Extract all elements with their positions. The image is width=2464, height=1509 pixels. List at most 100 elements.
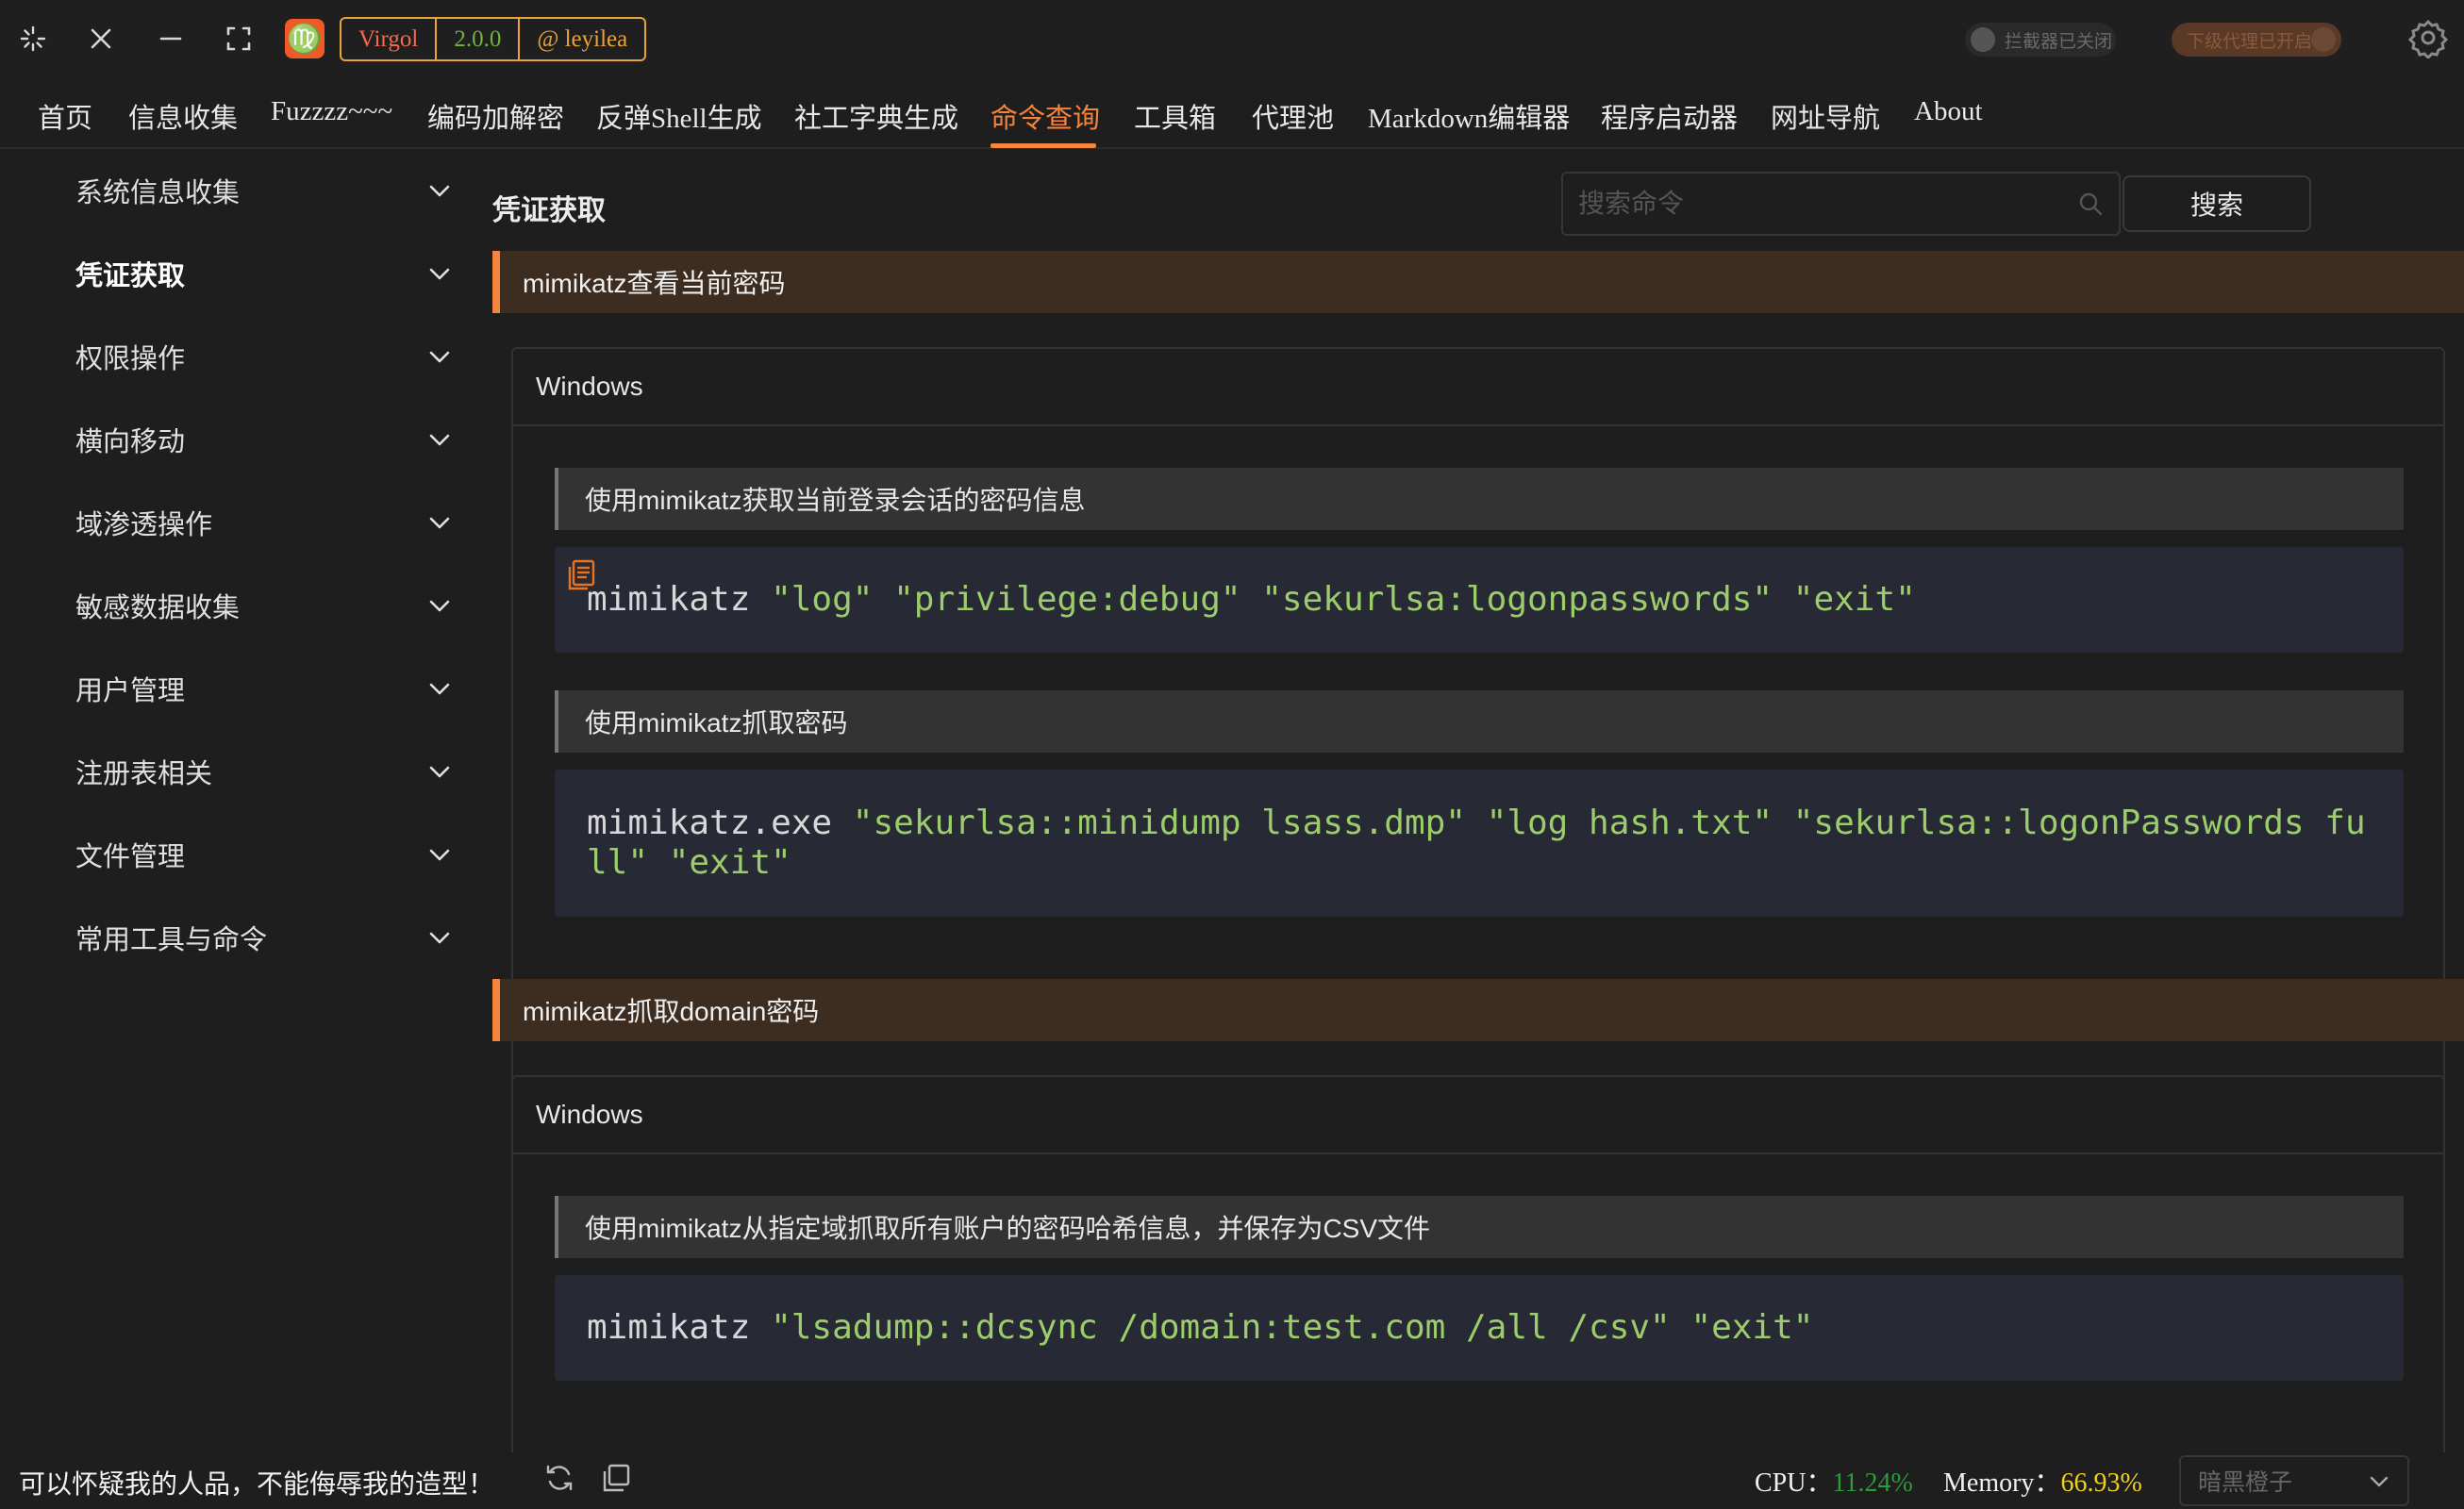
code-block[interactable]: mimikatz.exe "sekurlsa::minidump lsass.d…: [555, 770, 2404, 917]
search-icon: [2079, 192, 2103, 216]
page-title: 凭证获取: [492, 195, 606, 226]
refresh-icon[interactable]: [543, 1462, 575, 1494]
nav-item-url-nav[interactable]: 网址导航: [1771, 96, 1880, 136]
virgo-logo-icon: ♍: [285, 19, 325, 58]
theme-select-value: 暗黑橙子: [2198, 1470, 2293, 1496]
cpu-value: 11.24%: [1832, 1468, 1913, 1498]
sidebar-item-lateral-movement[interactable]: 横向移动: [75, 411, 453, 468]
chevron-down-icon: [429, 434, 450, 446]
memory-usage: Memory：66.93%: [1943, 1462, 2142, 1500]
chevron-down-icon: [429, 185, 450, 197]
proxy-toggle-label: 下级代理已开启: [2187, 31, 2313, 52]
sidebar-item-domain-pentest[interactable]: 域渗透操作: [75, 494, 453, 551]
fullscreen-icon[interactable]: [219, 19, 258, 58]
sidebar-item-label: 敏感数据收集: [75, 593, 241, 623]
sidebar-item-privilege[interactable]: 权限操作: [75, 328, 453, 385]
app-name-badge: Virgol: [341, 19, 438, 59]
loading-spinner-icon[interactable]: [13, 19, 53, 58]
nav-item-fuzz[interactable]: Fuzzzz~~~: [271, 96, 392, 127]
command-args: "log" "privilege:debug" "sekurlsa:logonp…: [771, 580, 1916, 619]
command-description: 使用mimikatz抓取密码: [555, 690, 2404, 753]
title-bar: ♍ Virgol 2.0.0 @ leyilea 拦截器已关闭 下级代理已开启: [0, 0, 2464, 77]
nav-item-home[interactable]: 首页: [38, 96, 92, 136]
nav-item-toolbox[interactable]: 工具箱: [1134, 96, 1216, 136]
command-card: Windows 使用mimikatz从指定域抓取所有账户的密码哈希信息，并保存为…: [511, 1075, 2445, 1452]
search-button[interactable]: 搜索: [2123, 175, 2311, 232]
nav-item-encode-decode[interactable]: 编码加解密: [427, 96, 564, 136]
theme-select[interactable]: 暗黑橙子: [2179, 1455, 2409, 1506]
sidebar-item-label: 用户管理: [75, 676, 186, 706]
chevron-down-icon: [429, 600, 450, 612]
command-args: "sekurlsa::minidump lsass.dmp" "log hash…: [587, 804, 2366, 882]
author-badge[interactable]: @ leyilea: [520, 19, 644, 59]
command-name: mimikatz: [587, 580, 772, 619]
nav-item-about[interactable]: About: [1914, 96, 1983, 127]
cpu-usage: CPU：11.24%: [1755, 1462, 1913, 1500]
close-icon[interactable]: [81, 19, 121, 58]
sidebar-item-sensitive-data[interactable]: 敏感数据收集: [75, 577, 453, 634]
toggle-knob: [2311, 27, 2336, 52]
command-description: 使用mimikatz从指定域抓取所有账户的密码哈希信息，并保存为CSV文件: [555, 1196, 2404, 1258]
cpu-label: CPU：: [1755, 1468, 1833, 1498]
command-name: mimikatz: [587, 1308, 772, 1347]
chevron-down-icon: [429, 517, 450, 529]
sidebar-item-system-info[interactable]: 系统信息收集: [75, 162, 453, 219]
command-text: mimikatz "log" "privilege:debug" "sekurl…: [587, 580, 1916, 620]
minimize-icon[interactable]: [151, 19, 191, 58]
section-header[interactable]: mimikatz查看当前密码: [492, 251, 2464, 313]
sidebar-item-user-management[interactable]: 用户管理: [75, 660, 453, 717]
section-header[interactable]: mimikatz抓取domain密码: [492, 979, 2464, 1041]
app-version-badge: 2.0.0: [437, 19, 521, 59]
sidebar-item-label: 注册表相关: [75, 759, 213, 789]
top-nav: 首页 信息收集 Fuzzzz~~~ 编码加解密 反弹Shell生成 社工字典生成…: [0, 77, 2464, 149]
chevron-down-icon: [429, 766, 450, 778]
nav-item-info-gathering[interactable]: 信息收集: [128, 96, 238, 136]
version-badge-group: Virgol 2.0.0 @ leyilea: [340, 17, 647, 61]
chevron-down-icon: [429, 932, 450, 944]
memory-value: 66.93%: [2060, 1468, 2142, 1498]
command-text: mimikatz "lsadump::dcsync /domain:test.c…: [587, 1308, 1813, 1348]
code-block[interactable]: mimikatz "lsadump::dcsync /domain:test.c…: [555, 1275, 2404, 1381]
sidebar-item-credentials[interactable]: 凭证获取: [75, 245, 453, 302]
sidebar-item-label: 横向移动: [75, 427, 186, 457]
chevron-down-icon: [429, 849, 450, 861]
nav-item-command-query[interactable]: 命令查询: [991, 96, 1100, 136]
toggle-knob: [1971, 27, 1995, 52]
command-args: "lsadump::dcsync /domain:test.com /all /…: [771, 1308, 1814, 1347]
sidebar-item-registry[interactable]: 注册表相关: [75, 743, 453, 800]
sidebar-item-label: 常用工具与命令: [75, 925, 268, 955]
nav-item-social-dict[interactable]: 社工字典生成: [794, 96, 958, 136]
nav-item-markdown-editor[interactable]: Markdown编辑器: [1368, 96, 1570, 136]
settings-gear-icon[interactable]: [2407, 17, 2449, 60]
sidebar-item-label: 凭证获取: [75, 261, 186, 291]
chevron-down-icon: [429, 268, 450, 280]
os-label: Windows: [513, 1077, 2443, 1154]
command-text: mimikatz.exe "sekurlsa::minidump lsass.d…: [587, 804, 2372, 883]
nav-item-reverse-shell[interactable]: 反弹Shell生成: [596, 96, 762, 136]
nav-item-proxy-pool[interactable]: 代理池: [1252, 96, 1334, 136]
sidebar-item-label: 域渗透操作: [75, 510, 213, 540]
sidebar-item-common-tools[interactable]: 常用工具与命令: [75, 909, 453, 966]
command-name: mimikatz.exe: [587, 804, 853, 842]
chevron-down-icon: [2370, 1476, 2389, 1487]
search-input[interactable]: [1578, 189, 2077, 219]
sidebar-item-label: 文件管理: [75, 842, 186, 872]
intercept-toggle[interactable]: 拦截器已关闭: [1965, 23, 2116, 57]
category-sidebar: 系统信息收集 凭证获取 权限操作 横向移动 域渗透操作 敏感数据收集 用户管理 …: [0, 151, 472, 1452]
status-motto: 可以怀疑我的人品，不能侮辱我的造型！: [19, 1470, 495, 1500]
nav-item-launcher[interactable]: 程序启动器: [1601, 96, 1738, 136]
sidebar-item-label: 权限操作: [75, 344, 186, 374]
memory-label: Memory：: [1943, 1468, 2061, 1498]
sidebar-item-label: 系统信息收集: [75, 178, 241, 208]
copy-window-icon[interactable]: [600, 1462, 632, 1494]
chevron-down-icon: [429, 351, 450, 363]
search-input-wrapper[interactable]: [1561, 172, 2121, 236]
chevron-down-icon: [429, 683, 450, 695]
code-block[interactable]: mimikatz "log" "privilege:debug" "sekurl…: [555, 547, 2404, 653]
active-tab-indicator: [991, 143, 1096, 148]
copy-icon[interactable]: [566, 558, 596, 592]
command-description: 使用mimikatz获取当前登录会话的密码信息: [555, 468, 2404, 530]
sidebar-item-file-management[interactable]: 文件管理: [75, 826, 453, 883]
status-bar: 可以怀疑我的人品，不能侮辱我的造型！ CPU：11.24% Memory：66.…: [0, 1452, 2464, 1509]
proxy-toggle[interactable]: 下级代理已开启: [2172, 23, 2341, 57]
